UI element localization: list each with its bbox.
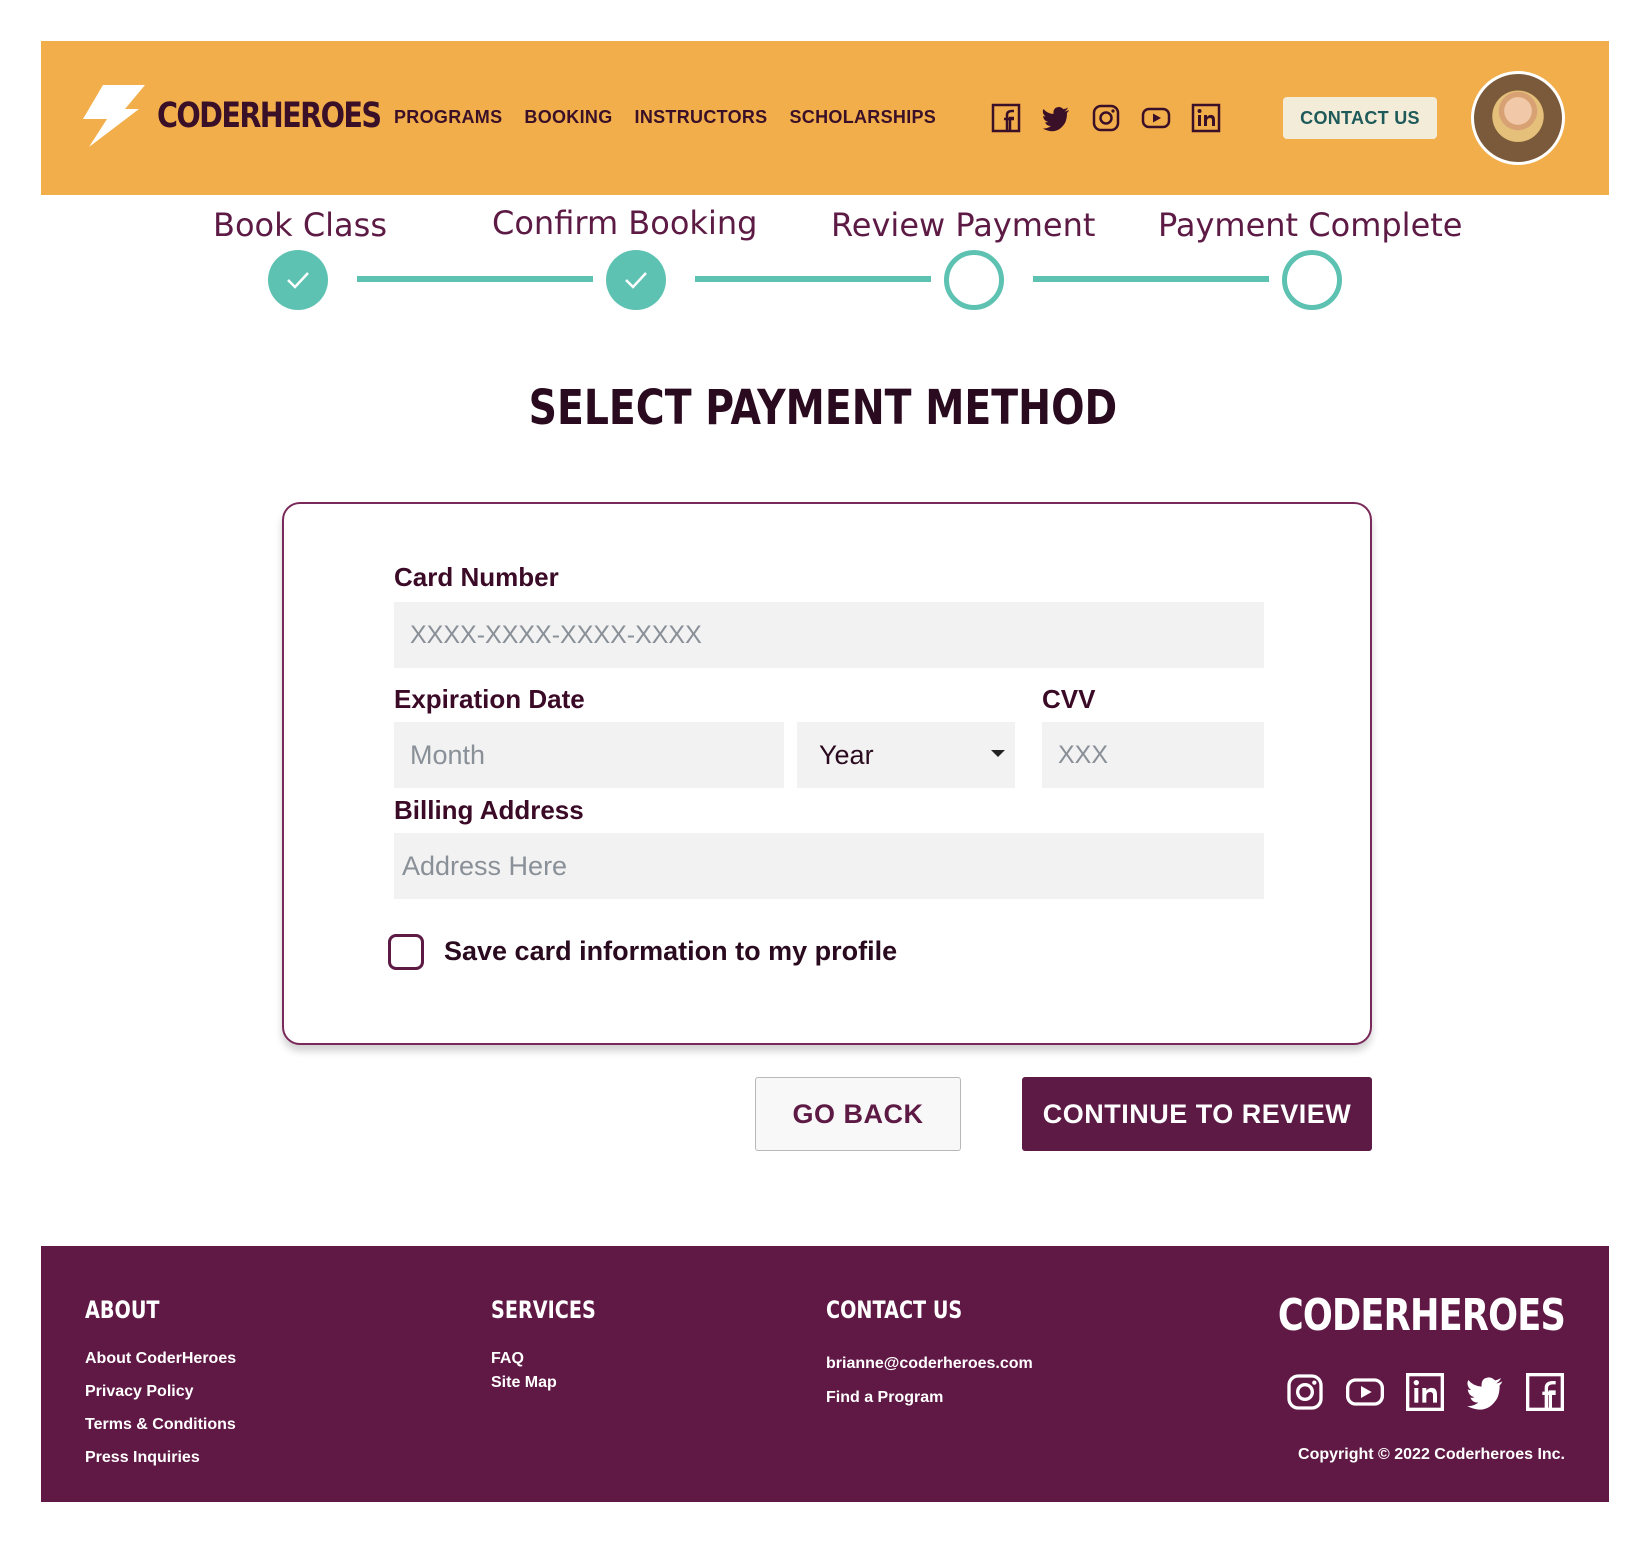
checkmark-icon [625,272,647,289]
youtube-icon[interactable] [1141,103,1171,133]
save-card-checkbox[interactable] [388,934,424,970]
site-footer: ABOUT About CoderHeroes Privacy Policy T… [41,1246,1609,1502]
site-header: CODERHEROES PROGRAMS BOOKING INSTRUCTORS… [41,41,1609,195]
twitter-icon[interactable] [1041,103,1071,133]
cvv-label: CVV [1042,684,1096,714]
step-book-class-complete [268,250,328,310]
nav-item-scholarships[interactable]: SCHOLARSHIPS [790,107,937,128]
lightning-bolt-icon [83,85,145,147]
facebook-icon[interactable] [991,103,1021,133]
page-title: SELECT PAYMENT METHOD [528,380,1118,436]
billing-address-input[interactable] [394,833,1264,899]
footer-link-terms[interactable]: Terms & Conditions [85,1416,236,1434]
step-connector [695,276,931,282]
step-review-payment-pending [944,250,1004,310]
contact-us-button[interactable]: CONTACT US [1283,97,1437,139]
step-label-book-class: Book Class [213,206,387,244]
footer-link-privacy[interactable]: Privacy Policy [85,1383,194,1401]
footer-link-sitemap[interactable]: Site Map [491,1374,557,1392]
instagram-icon[interactable] [1091,103,1121,133]
expiration-month-input[interactable] [394,722,784,788]
nav-item-programs[interactable]: PROGRAMS [394,107,502,128]
step-payment-complete-pending [1282,250,1342,310]
instagram-icon[interactable] [1285,1372,1325,1412]
step-confirm-booking-complete [606,250,666,310]
step-label-payment-complete: Payment Complete [1158,206,1463,244]
save-card-label[interactable]: Save card information to my profile [444,936,897,967]
year-select-value: Year [819,739,874,770]
linkedin-icon[interactable] [1191,103,1221,133]
footer-link-press[interactable]: Press Inquiries [85,1449,200,1467]
brand-logo[interactable]: CODERHEROES [81,83,429,149]
nav-item-booking[interactable]: BOOKING [524,107,612,128]
billing-address-label: Billing Address [394,795,584,825]
footer-link-find-program[interactable]: Find a Program [826,1389,943,1407]
footer-about-heading: ABOUT [85,1296,160,1324]
footer-social-links [1285,1372,1565,1412]
footer-link-email[interactable]: brianne@coderheroes.com [826,1355,1033,1373]
expiration-date-label: Expiration Date [394,684,585,714]
card-number-input[interactable] [394,602,1264,668]
go-back-button[interactable]: GO BACK [755,1077,961,1151]
card-number-label: Card Number [394,562,559,592]
chevron-down-icon [991,750,1005,757]
header-social-links [991,103,1221,133]
youtube-icon[interactable] [1345,1372,1385,1412]
linkedin-icon[interactable] [1405,1372,1445,1412]
footer-link-about[interactable]: About CoderHeroes [85,1350,236,1368]
copyright-text: Copyright © 2022 Coderheroes Inc. [1298,1446,1565,1463]
nav-item-instructors[interactable]: INSTRUCTORS [635,107,768,128]
expiration-year-select[interactable]: Year [797,722,1015,788]
footer-brand-logo[interactable]: CODERHEROES [1278,1290,1566,1341]
continue-to-review-button[interactable]: CONTINUE TO REVIEW [1022,1077,1372,1151]
twitter-icon[interactable] [1465,1372,1505,1412]
main-nav: PROGRAMS BOOKING INSTRUCTORS SCHOLARSHIP… [394,107,936,128]
brand-name: CODERHEROES [157,96,382,136]
step-label-review-payment: Review Payment [831,206,1096,244]
step-connector [357,276,593,282]
checkmark-icon [287,272,309,289]
cvv-input[interactable] [1042,722,1264,788]
facebook-icon[interactable] [1525,1372,1565,1412]
user-avatar[interactable] [1471,71,1565,165]
payment-form-card: Card Number Expiration Date CVV Year Bil… [282,502,1372,1045]
step-connector [1033,276,1269,282]
footer-services-heading: SERVICES [491,1296,596,1324]
footer-contact-heading: CONTACT US [826,1296,963,1324]
footer-link-faq[interactable]: FAQ [491,1350,524,1368]
step-label-confirm-booking: Confirm Booking [492,204,758,242]
